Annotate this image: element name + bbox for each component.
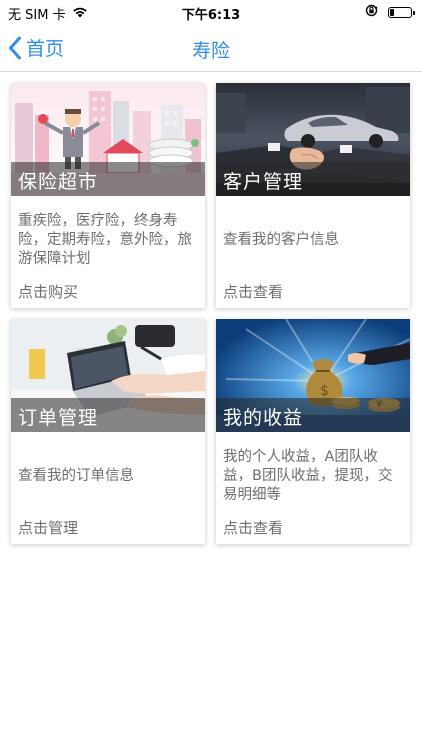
card-title-bar: 我的收益	[216, 398, 410, 432]
card-action-label: 点击购买	[18, 283, 79, 301]
order-management-image: 订单管理	[11, 319, 205, 432]
customer-management-image: 客户管理	[216, 83, 410, 196]
card-description: 重疾险，医疗险，终身寿险，定期寿险，意外险，旅游保障计划	[18, 212, 192, 267]
battery-icon	[388, 7, 415, 18]
card-order-management[interactable]: 订单管理 查看我的订单信息 点击管理	[11, 319, 205, 544]
card-title: 客户管理	[223, 171, 304, 193]
card-description: 我的个人收益，A团队收益，B团队收益，提现，交易明细等	[223, 448, 393, 503]
card-insurance-market[interactable]: 保险超市 重疾险，医疗险，终身寿险，定期寿险，意外险，旅游保障计划 点击购买	[11, 83, 205, 308]
svg-text:$: $	[320, 383, 329, 399]
status-right	[365, 4, 415, 21]
card-title-bar: 订单管理	[11, 398, 205, 432]
card-my-earnings[interactable]: $ ¥ 我的收益 我的个人收益，A团队收益，B团队收益，提现，交易明细等 点击查…	[216, 319, 410, 544]
card-title: 保险超市	[18, 171, 99, 193]
battery-level	[390, 9, 394, 16]
card-description: 查看我的订单信息	[18, 467, 134, 484]
page-title: 寿险	[191, 40, 230, 62]
card-action-label: 点击查看	[223, 283, 284, 301]
card-title: 我的收益	[223, 407, 304, 429]
status-bar: 无 SIM 卡 下午6:13	[0, 0, 422, 24]
rotation-lock-icon	[365, 4, 378, 21]
card-description: 查看我的客户信息	[223, 231, 339, 248]
status-time: 下午6:13	[181, 8, 241, 23]
card-action-label: 点击查看	[223, 519, 284, 537]
card-title: 订单管理	[18, 407, 99, 429]
card-action-label: 点击管理	[18, 519, 79, 537]
card-title-bar: 客户管理	[216, 162, 410, 196]
card-title-bar: 保险超市	[11, 162, 205, 196]
insurance-market-image: 保险超市	[11, 83, 205, 196]
my-earnings-image: $ ¥ 我的收益	[216, 319, 410, 432]
navigation-bar: 首页 寿险	[0, 24, 422, 72]
card-customer-management[interactable]: 客户管理 查看我的客户信息 点击查看	[216, 83, 410, 308]
